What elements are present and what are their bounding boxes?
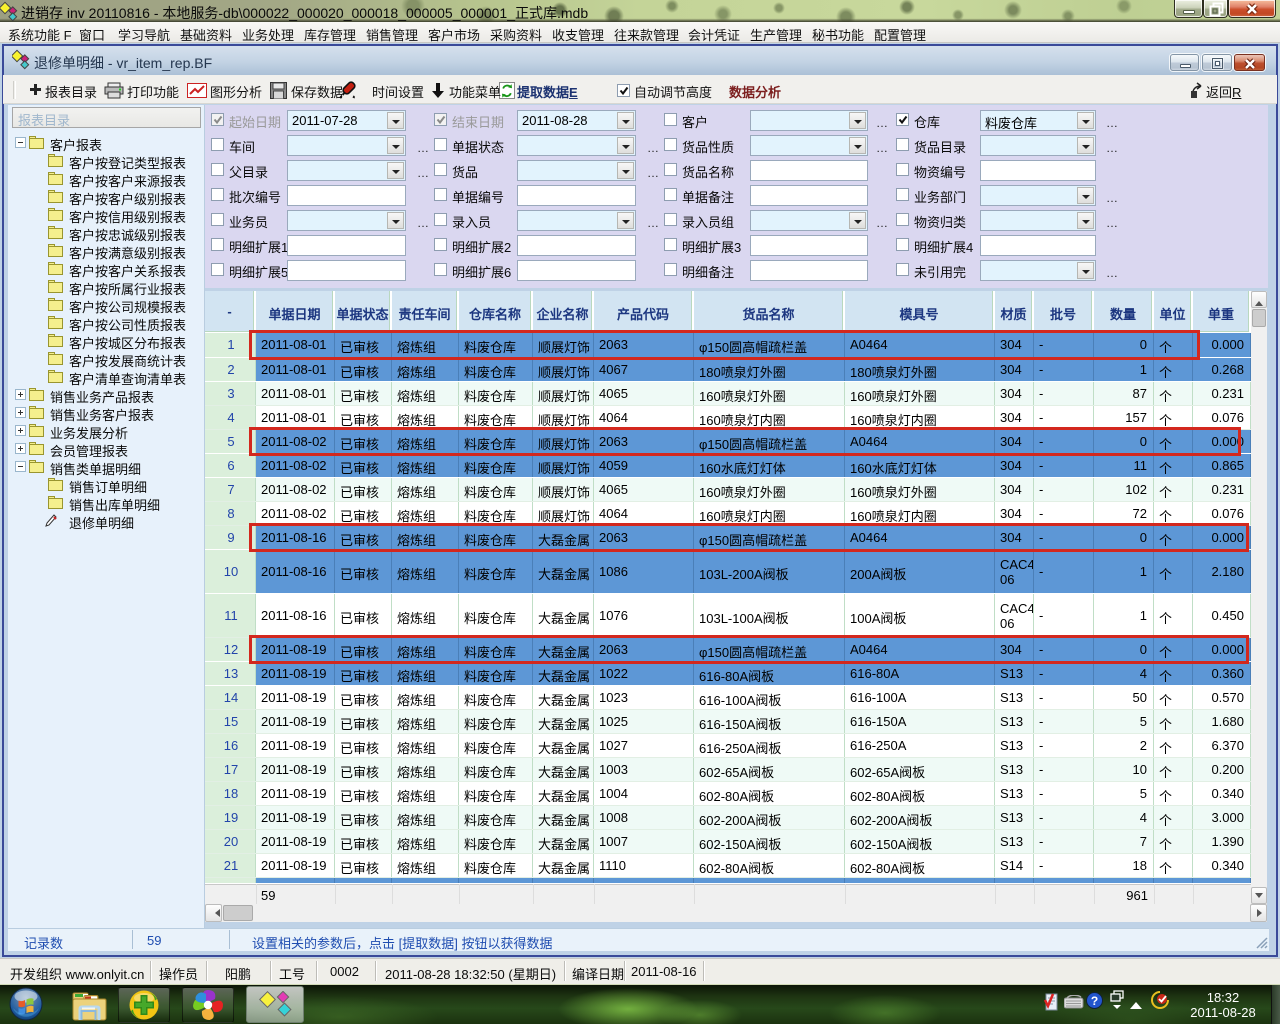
svg-text:?: ? — [1091, 994, 1098, 1008]
